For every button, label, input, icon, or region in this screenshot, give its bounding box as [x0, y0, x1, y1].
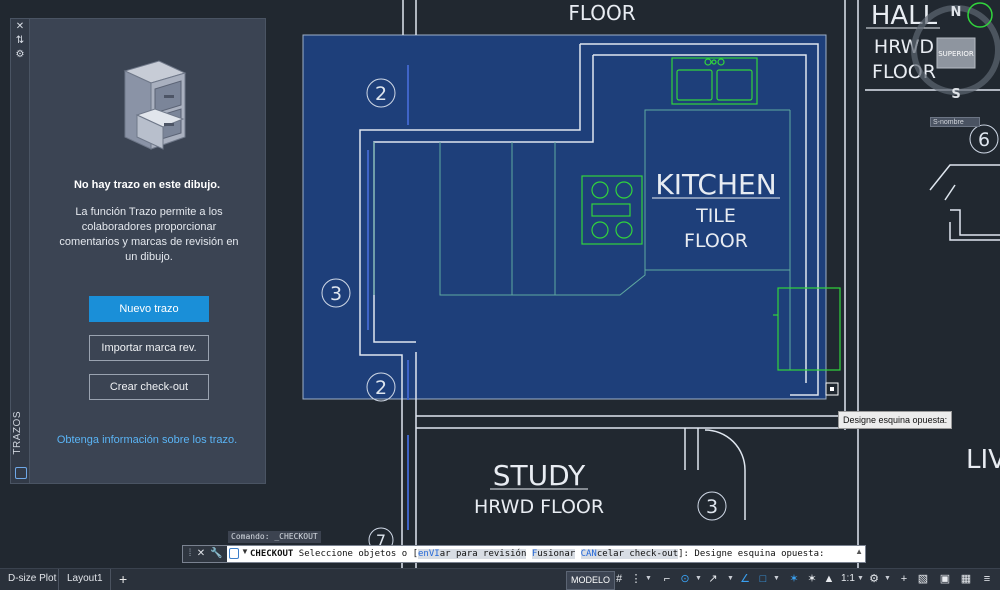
viewcube-face: SUPERIOR	[938, 50, 974, 58]
label-study-floor: HRWD FLOOR	[474, 496, 604, 518]
empty-state-heading: No hay trazo en este dibujo.	[73, 179, 221, 191]
option-merge[interactable]: Fusionar	[531, 549, 576, 559]
command-prompt-start: Seleccione objetos o [	[298, 549, 418, 559]
status-bar: D-size Plot Layout1 + MODELO # ⋮ ▼ ⌐ ⊙ ▼…	[0, 568, 1000, 590]
ortho-icon[interactable]: ⌐	[660, 572, 674, 586]
chevron-down-icon[interactable]: ▼	[241, 547, 249, 556]
command-history: Comando: _CHECKOUT	[228, 531, 321, 543]
annotation-icon[interactable]: ▲	[822, 572, 836, 586]
label-kitchen: KITCHEN	[655, 168, 776, 201]
chevron-up-icon[interactable]: ▲	[855, 547, 863, 556]
tag-2-top: 2	[375, 83, 387, 105]
option-cancel-checkout[interactable]: CANcelar check-out	[580, 549, 679, 559]
polar-tracking-icon[interactable]: ⊙	[678, 572, 692, 586]
isolate-objects-icon[interactable]: ▧	[916, 572, 930, 586]
ucs-dropdown[interactable]: S-nombre	[930, 117, 980, 127]
option-send-review[interactable]: enVIar para revisión	[418, 549, 527, 559]
clean-screen-icon[interactable]: ▦	[959, 572, 973, 586]
cursor-tooltip: Designe esquina opuesta:	[838, 411, 953, 429]
file-cabinet-icon	[123, 60, 187, 150]
close-command-icon[interactable]: ✕	[195, 547, 207, 561]
object-snap-icon[interactable]: □	[756, 572, 770, 586]
auto-scale-icon[interactable]: ✶	[805, 572, 819, 586]
traces-icon[interactable]	[15, 467, 27, 479]
label-floor-top: FLOOR	[568, 1, 635, 25]
viewcube-north: N	[951, 5, 962, 20]
tag-2-bottom: 2	[375, 377, 387, 399]
isodraft-icon[interactable]: ↗	[706, 572, 720, 586]
add-layout-button[interactable]: +	[110, 569, 135, 590]
label-kitchen-floor-1: TILE	[695, 205, 736, 227]
osnap-dropdown-icon[interactable]: ▼	[773, 575, 780, 582]
command-prompt-end: ]: Designe esquina opuesta:	[678, 549, 825, 559]
tab-layout1[interactable]: Layout1	[58, 569, 111, 590]
customization-icon[interactable]: ≡	[980, 572, 994, 586]
empty-state-description: La función Trazo permite a los colaborad…	[59, 206, 239, 263]
traces-palette: ✕ ⇅ ⚙ TRAZOS No hay trazo en este dibujo…	[10, 18, 266, 484]
gear-icon[interactable]: ⚙	[867, 572, 881, 586]
tag-6: 6	[978, 129, 990, 151]
tab-d-size-plot[interactable]: D-size Plot	[0, 569, 64, 590]
annotation-scale[interactable]: 1:1	[841, 572, 855, 586]
object-snap-tracking-icon[interactable]: ∠	[738, 572, 752, 586]
tag-3-study: 3	[706, 496, 718, 518]
wrench-icon[interactable]: 🔧	[210, 547, 222, 561]
isodraft-dropdown-icon[interactable]: ▼	[727, 575, 734, 582]
close-icon[interactable]: ✕	[14, 21, 26, 33]
palette-title-strip: ✕ ⇅ ⚙ TRAZOS	[11, 19, 30, 483]
hardware-acceleration-icon[interactable]: ▣	[938, 572, 952, 586]
gear-icon[interactable]: ⚙	[14, 49, 26, 61]
label-hall-floor-1: HRWD	[874, 36, 934, 58]
import-markup-button[interactable]: Importar marca rev.	[89, 335, 209, 361]
polar-dropdown-icon[interactable]: ▼	[695, 575, 702, 582]
scale-dropdown-icon[interactable]: ▼	[857, 575, 864, 582]
model-space-button[interactable]: MODELO	[566, 571, 616, 590]
command-prompt-text[interactable]: CHECKOUT Seleccione objetos o [enVIar pa…	[250, 546, 824, 562]
palette-side-label: TRAZOS	[12, 411, 23, 455]
tag-3-left: 3	[330, 283, 342, 305]
palette-content: No hay trazo en este dibujo. La función …	[29, 19, 265, 483]
command-line[interactable]: ⁞ ✕ 🔧 ▼ CHECKOUT Seleccione objetos o [e…	[182, 545, 866, 563]
label-liv: LIV	[966, 445, 1000, 475]
new-trace-button[interactable]: Nuevo trazo	[89, 296, 209, 322]
command-line-tools: ⁞ ✕ 🔧	[183, 546, 227, 562]
annotation-visibility-icon[interactable]: ✶	[787, 572, 801, 586]
create-checkout-button[interactable]: Crear check-out	[89, 374, 209, 400]
workspace-dropdown-icon[interactable]: ▼	[884, 575, 891, 582]
label-kitchen-floor-2: FLOOR	[684, 230, 748, 252]
autohide-icon[interactable]: ⇅	[14, 35, 26, 47]
label-study: STUDY	[493, 459, 586, 492]
command-name: CHECKOUT	[250, 549, 294, 559]
learn-more-link[interactable]: Obtenga información sobre los trazo.	[29, 434, 265, 446]
snap-icon[interactable]: ⋮	[629, 572, 643, 586]
command-prompt-icon[interactable]	[229, 548, 239, 559]
plus-icon[interactable]: +	[897, 572, 911, 586]
grid-icon[interactable]: #	[612, 572, 626, 586]
viewcube-south: S	[951, 87, 960, 102]
snap-dropdown-icon[interactable]: ▼	[645, 575, 652, 582]
